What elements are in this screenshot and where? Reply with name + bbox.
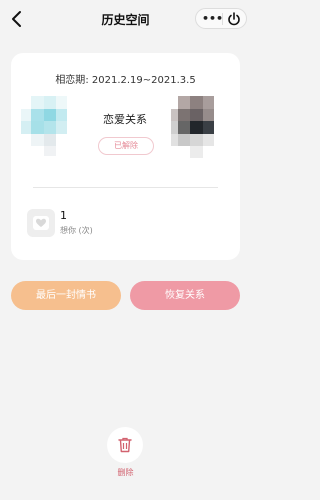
status-badge: 已解除 [98,137,154,155]
relationship-card: 相恋期: 2021.2.19~2021.3.5 恋爱关系 已解除 1 想你 (次… [11,53,240,260]
miss-you-stat-icon [27,209,55,237]
delete-button[interactable] [107,427,143,463]
avatar-right [171,96,223,158]
period-value: 2021.2.19~2021.3.5 [91,75,196,86]
last-letter-button[interactable]: 最后一封情书 [11,281,121,310]
miss-you-label: 想你 (次) [60,226,93,235]
relationship-period: 相恋期: 2021.2.19~2021.3.5 [11,71,240,86]
more-dots-icon[interactable]: ••• [202,11,223,26]
relationship-title: 恋爱关系 [103,113,147,126]
card-divider [33,187,218,188]
miss-you-count: 1 [60,209,67,222]
capsule-divider [222,13,223,25]
heart-icon [33,216,49,230]
navigation-bar: 历史空间 ••• [0,0,251,38]
avatar-left [21,96,73,158]
period-label: 相恋期 [55,75,86,86]
trash-icon [118,437,132,453]
delete-label[interactable]: 删除 [0,467,251,478]
mini-program-capsule: ••• [195,8,247,29]
restore-relationship-button[interactable]: 恢复关系 [130,281,240,310]
power-icon[interactable] [226,11,242,27]
